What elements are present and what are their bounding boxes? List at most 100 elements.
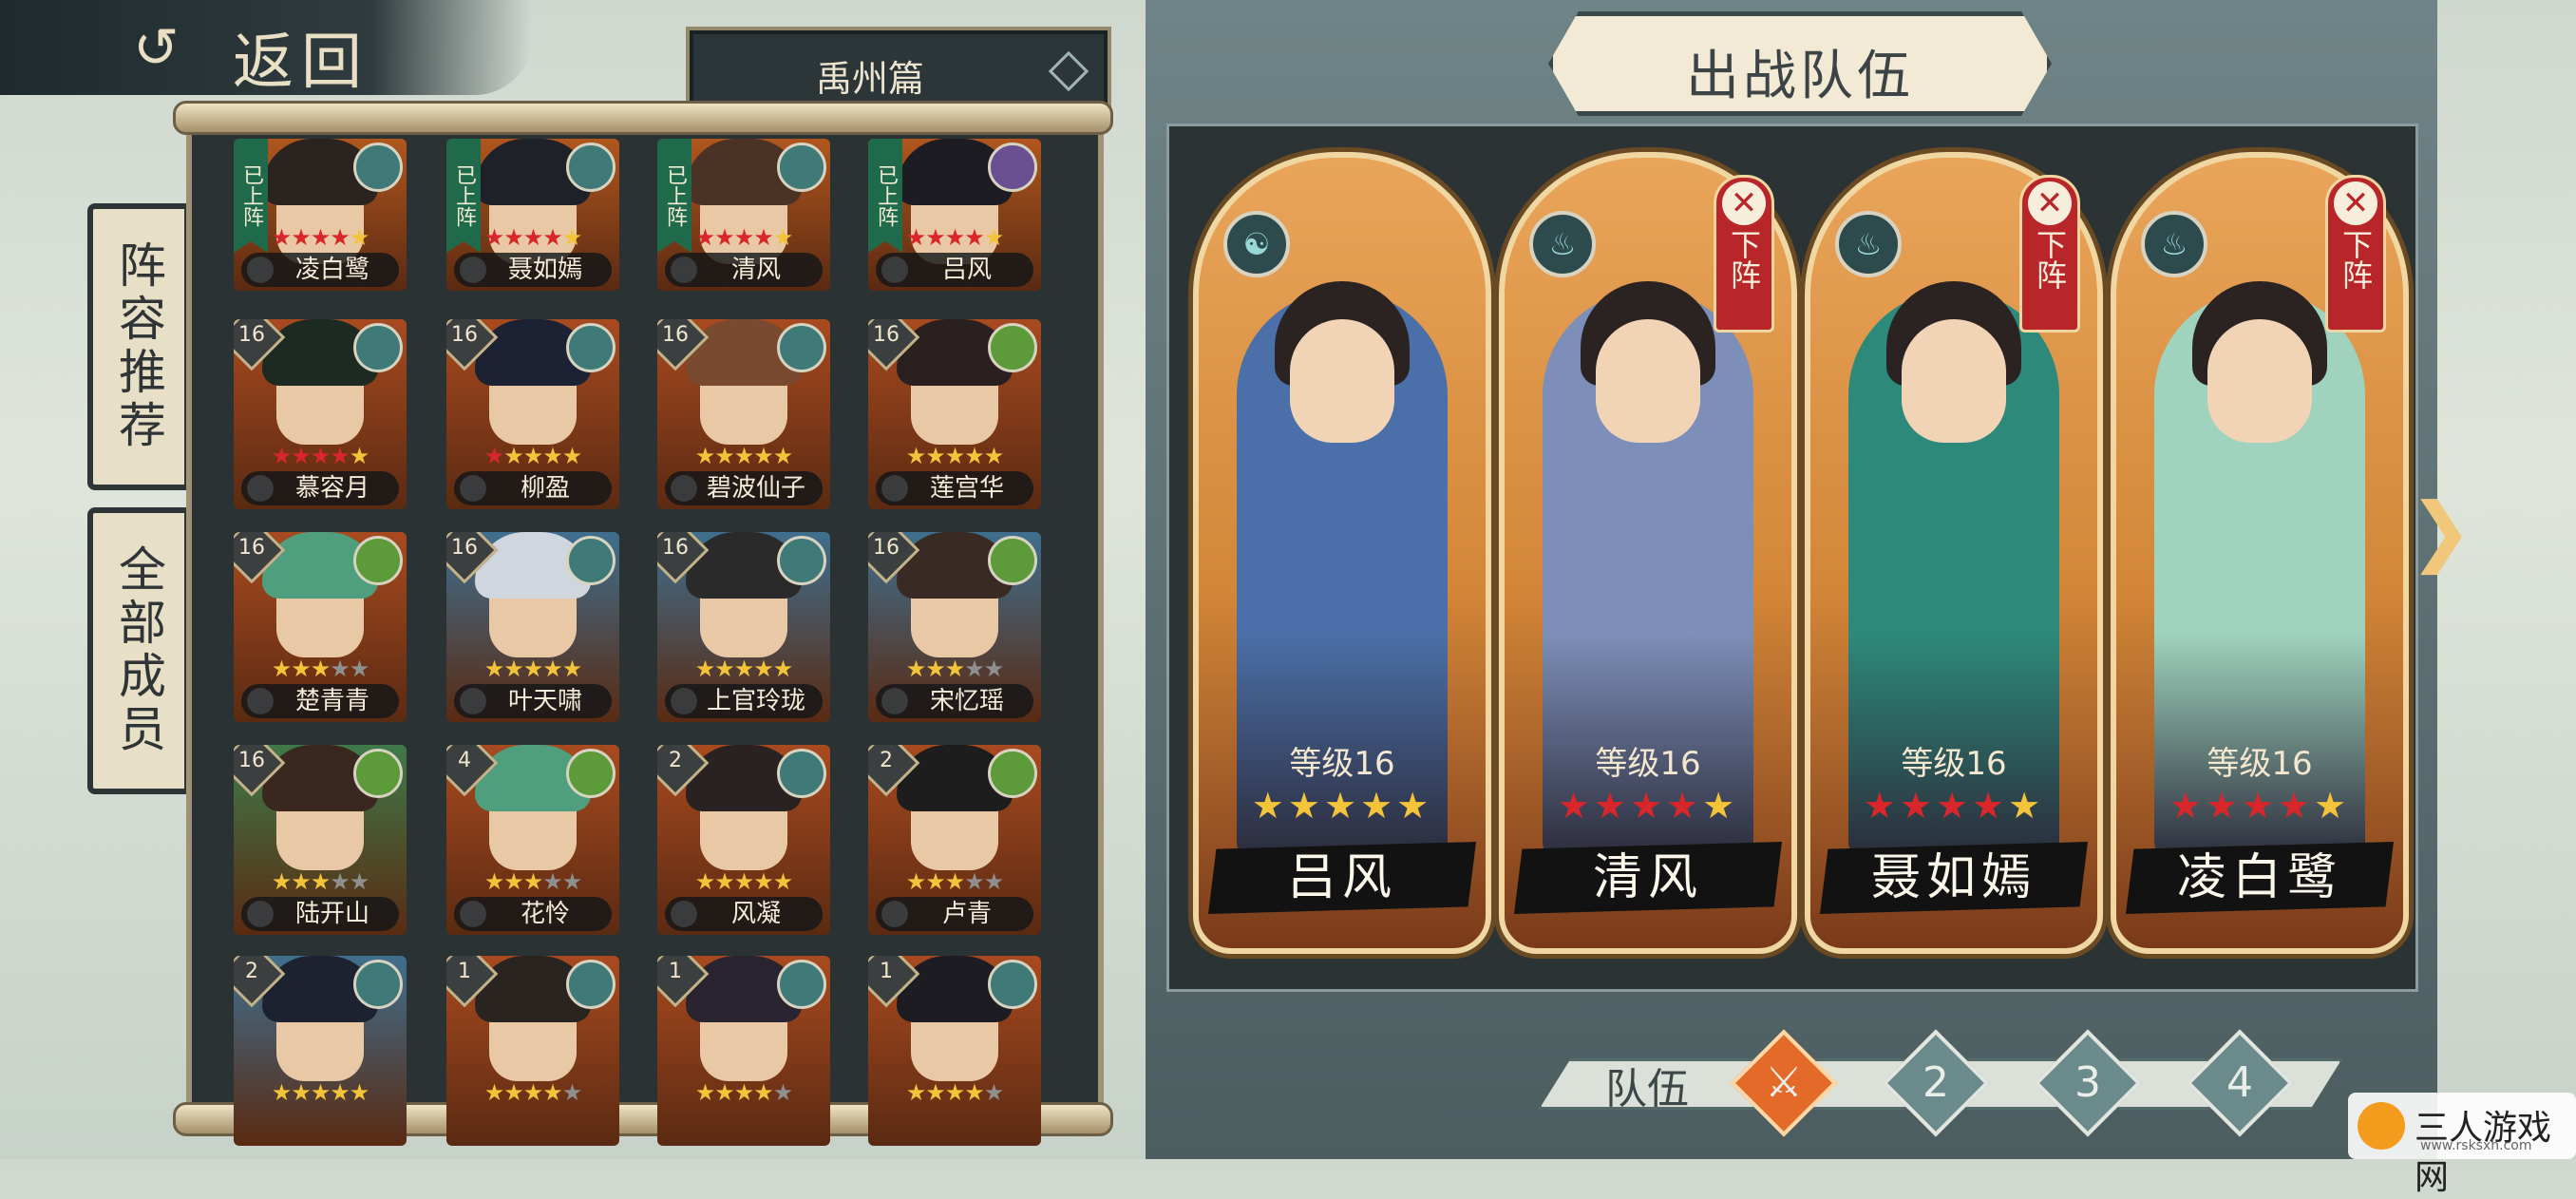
roster-card[interactable]: 1 ★★★★★ xyxy=(868,956,1041,1146)
star-rating: ★★★★★ xyxy=(271,868,370,895)
card-name: 凌白鹭 xyxy=(241,253,399,287)
hero-level: 等级16 xyxy=(1901,745,2007,783)
remove-label: 下阵 xyxy=(2032,229,2068,290)
roster-card[interactable]: ★★★★★ 清风 已上阵 xyxy=(657,139,830,291)
card-name: 慕容月 xyxy=(241,471,399,505)
element-icon xyxy=(353,749,403,798)
element-icon xyxy=(988,749,1037,798)
level-text: 2 xyxy=(245,960,258,983)
roster-card[interactable]: 2 ★★★★★ 风凝 xyxy=(657,745,830,935)
on-team-ribbon: 已上阵 xyxy=(868,139,902,253)
element-icon: ♨ xyxy=(2141,211,2207,277)
card-name: 风凝 xyxy=(665,897,823,931)
card-name: 宋忆瑶 xyxy=(876,684,1033,718)
level-text: 4 xyxy=(458,749,471,772)
back-label: 返回 xyxy=(233,28,369,98)
card-name: 碧波仙子 xyxy=(665,471,823,505)
element-icon xyxy=(777,749,826,798)
star-rating: ★★★★★ xyxy=(694,868,794,895)
element-icon xyxy=(777,143,826,192)
roster-card[interactable]: 16 ★★★★★ 陆开山 xyxy=(234,745,407,935)
team-tab-label: 4 xyxy=(2226,1058,2253,1107)
remove-label: 下阵 xyxy=(1726,229,1762,290)
element-icon xyxy=(988,323,1037,372)
star-rating: ★★★★★ xyxy=(483,868,583,895)
element-icon xyxy=(353,323,403,372)
next-arrow-icon[interactable]: ❯ xyxy=(2409,486,2472,575)
dropdown-diamond-icon xyxy=(1048,50,1089,92)
element-icon xyxy=(777,323,826,372)
element-icon xyxy=(353,536,403,585)
element-icon xyxy=(988,143,1037,192)
card-name: 柳盈 xyxy=(454,471,612,505)
remove-from-team-button[interactable]: ✕ 下阵 xyxy=(2325,175,2386,333)
roster-card[interactable]: ★★★★★ 吕风 已上阵 xyxy=(868,139,1041,291)
scroll-rod-top xyxy=(173,101,1113,135)
on-team-ribbon: 已上阵 xyxy=(446,139,481,253)
star-rating: ★★★★★ xyxy=(483,1079,583,1106)
roster-card[interactable]: 16 ★★★★★ 慕容月 xyxy=(234,319,407,509)
close-icon: ✕ xyxy=(1722,181,1766,225)
roster-card[interactable]: 2 ★★★★★ 卢青 xyxy=(868,745,1041,935)
level-text: 1 xyxy=(880,960,893,983)
star-rating: ★★★★★ xyxy=(271,1079,370,1106)
level-text: 16 xyxy=(238,749,265,772)
roster-card[interactable]: 16 ★★★★★ 叶天啸 xyxy=(446,532,619,722)
element-icon: ☯ xyxy=(1223,211,1290,277)
hero-card[interactable]: ☯ 等级16 ★★★★★ 吕风 xyxy=(1193,152,1491,954)
roster-card[interactable]: 4 ★★★★★ 花怜 xyxy=(446,745,619,935)
element-icon: ♨ xyxy=(1835,211,1902,277)
level-text: 16 xyxy=(451,536,478,560)
remove-from-team-button[interactable]: ✕ 下阵 xyxy=(1714,175,1774,333)
roster-card[interactable]: ★★★★★ 凌白鹭 已上阵 xyxy=(234,139,407,291)
hero-name: 吕风 xyxy=(1208,842,1476,914)
close-icon: ✕ xyxy=(2334,181,2377,225)
card-name: 清风 xyxy=(665,253,823,287)
roster-card[interactable]: 1 ★★★★★ xyxy=(657,956,830,1146)
hero-name: 凌白鹭 xyxy=(2126,842,2394,914)
star-rating: ★★★★★ xyxy=(905,656,1005,682)
element-icon xyxy=(988,536,1037,585)
roster-card[interactable]: 1 ★★★★★ xyxy=(446,956,619,1146)
star-rating: ★★★★★ xyxy=(271,443,370,469)
tab-all-members[interactable]: 全部成员 xyxy=(87,507,190,794)
star-rating: ★★★★★ xyxy=(905,1079,1005,1106)
remove-from-team-button[interactable]: ✕ 下阵 xyxy=(2019,175,2080,333)
team-tab-label: 2 xyxy=(1923,1058,1949,1107)
star-rating: ★★★★★ xyxy=(694,1079,794,1106)
level-text: 16 xyxy=(238,323,265,347)
roster-card[interactable]: 16 ★★★★★ 宋忆瑶 xyxy=(868,532,1041,722)
on-team-ribbon: 已上阵 xyxy=(657,139,691,253)
element-icon xyxy=(566,143,616,192)
level-text: 2 xyxy=(669,749,682,772)
star-rating: ★★★★★ xyxy=(483,443,583,469)
card-name: 叶天啸 xyxy=(454,684,612,718)
team-tab-label: 3 xyxy=(2074,1058,2101,1107)
level-text: 16 xyxy=(662,323,689,347)
hero-level: 等级16 xyxy=(1595,745,1701,783)
card-name: 花怜 xyxy=(454,897,612,931)
tab-recommended-lineup[interactable]: 阵容推荐 xyxy=(87,203,190,490)
roster-card[interactable]: 16 ★★★★★ 柳盈 xyxy=(446,319,619,509)
hero-face xyxy=(2207,319,2312,443)
element-icon xyxy=(777,960,826,1009)
star-rating: ★★★★★ xyxy=(1863,785,2045,827)
card-name: 聂如嫣 xyxy=(454,253,612,287)
card-name: 楚青青 xyxy=(241,684,399,718)
watermark-logo xyxy=(2358,1102,2405,1150)
roster-card[interactable]: ★★★★★ 聂如嫣 已上阵 xyxy=(446,139,619,291)
star-rating: ★★★★★ xyxy=(1251,785,1433,827)
hero-face xyxy=(1596,319,1700,443)
element-icon xyxy=(353,143,403,192)
star-rating: ★★★★★ xyxy=(905,443,1005,469)
hero-face xyxy=(1290,319,1394,443)
back-button[interactable]: ↺ 返回 xyxy=(0,0,532,98)
roster-card[interactable]: 2 ★★★★★ xyxy=(234,956,407,1146)
roster-card[interactable]: 16 ★★★★★ 莲宫华 xyxy=(868,319,1041,509)
level-text: 16 xyxy=(238,536,265,560)
roster-card[interactable]: 16 ★★★★★ 碧波仙子 xyxy=(657,319,830,509)
roster-card[interactable]: 16 ★★★★★ 上官玲珑 xyxy=(657,532,830,722)
card-name: 吕风 xyxy=(876,253,1033,287)
hero-face xyxy=(1902,319,2006,443)
roster-card[interactable]: 16 ★★★★★ 楚青青 xyxy=(234,532,407,722)
